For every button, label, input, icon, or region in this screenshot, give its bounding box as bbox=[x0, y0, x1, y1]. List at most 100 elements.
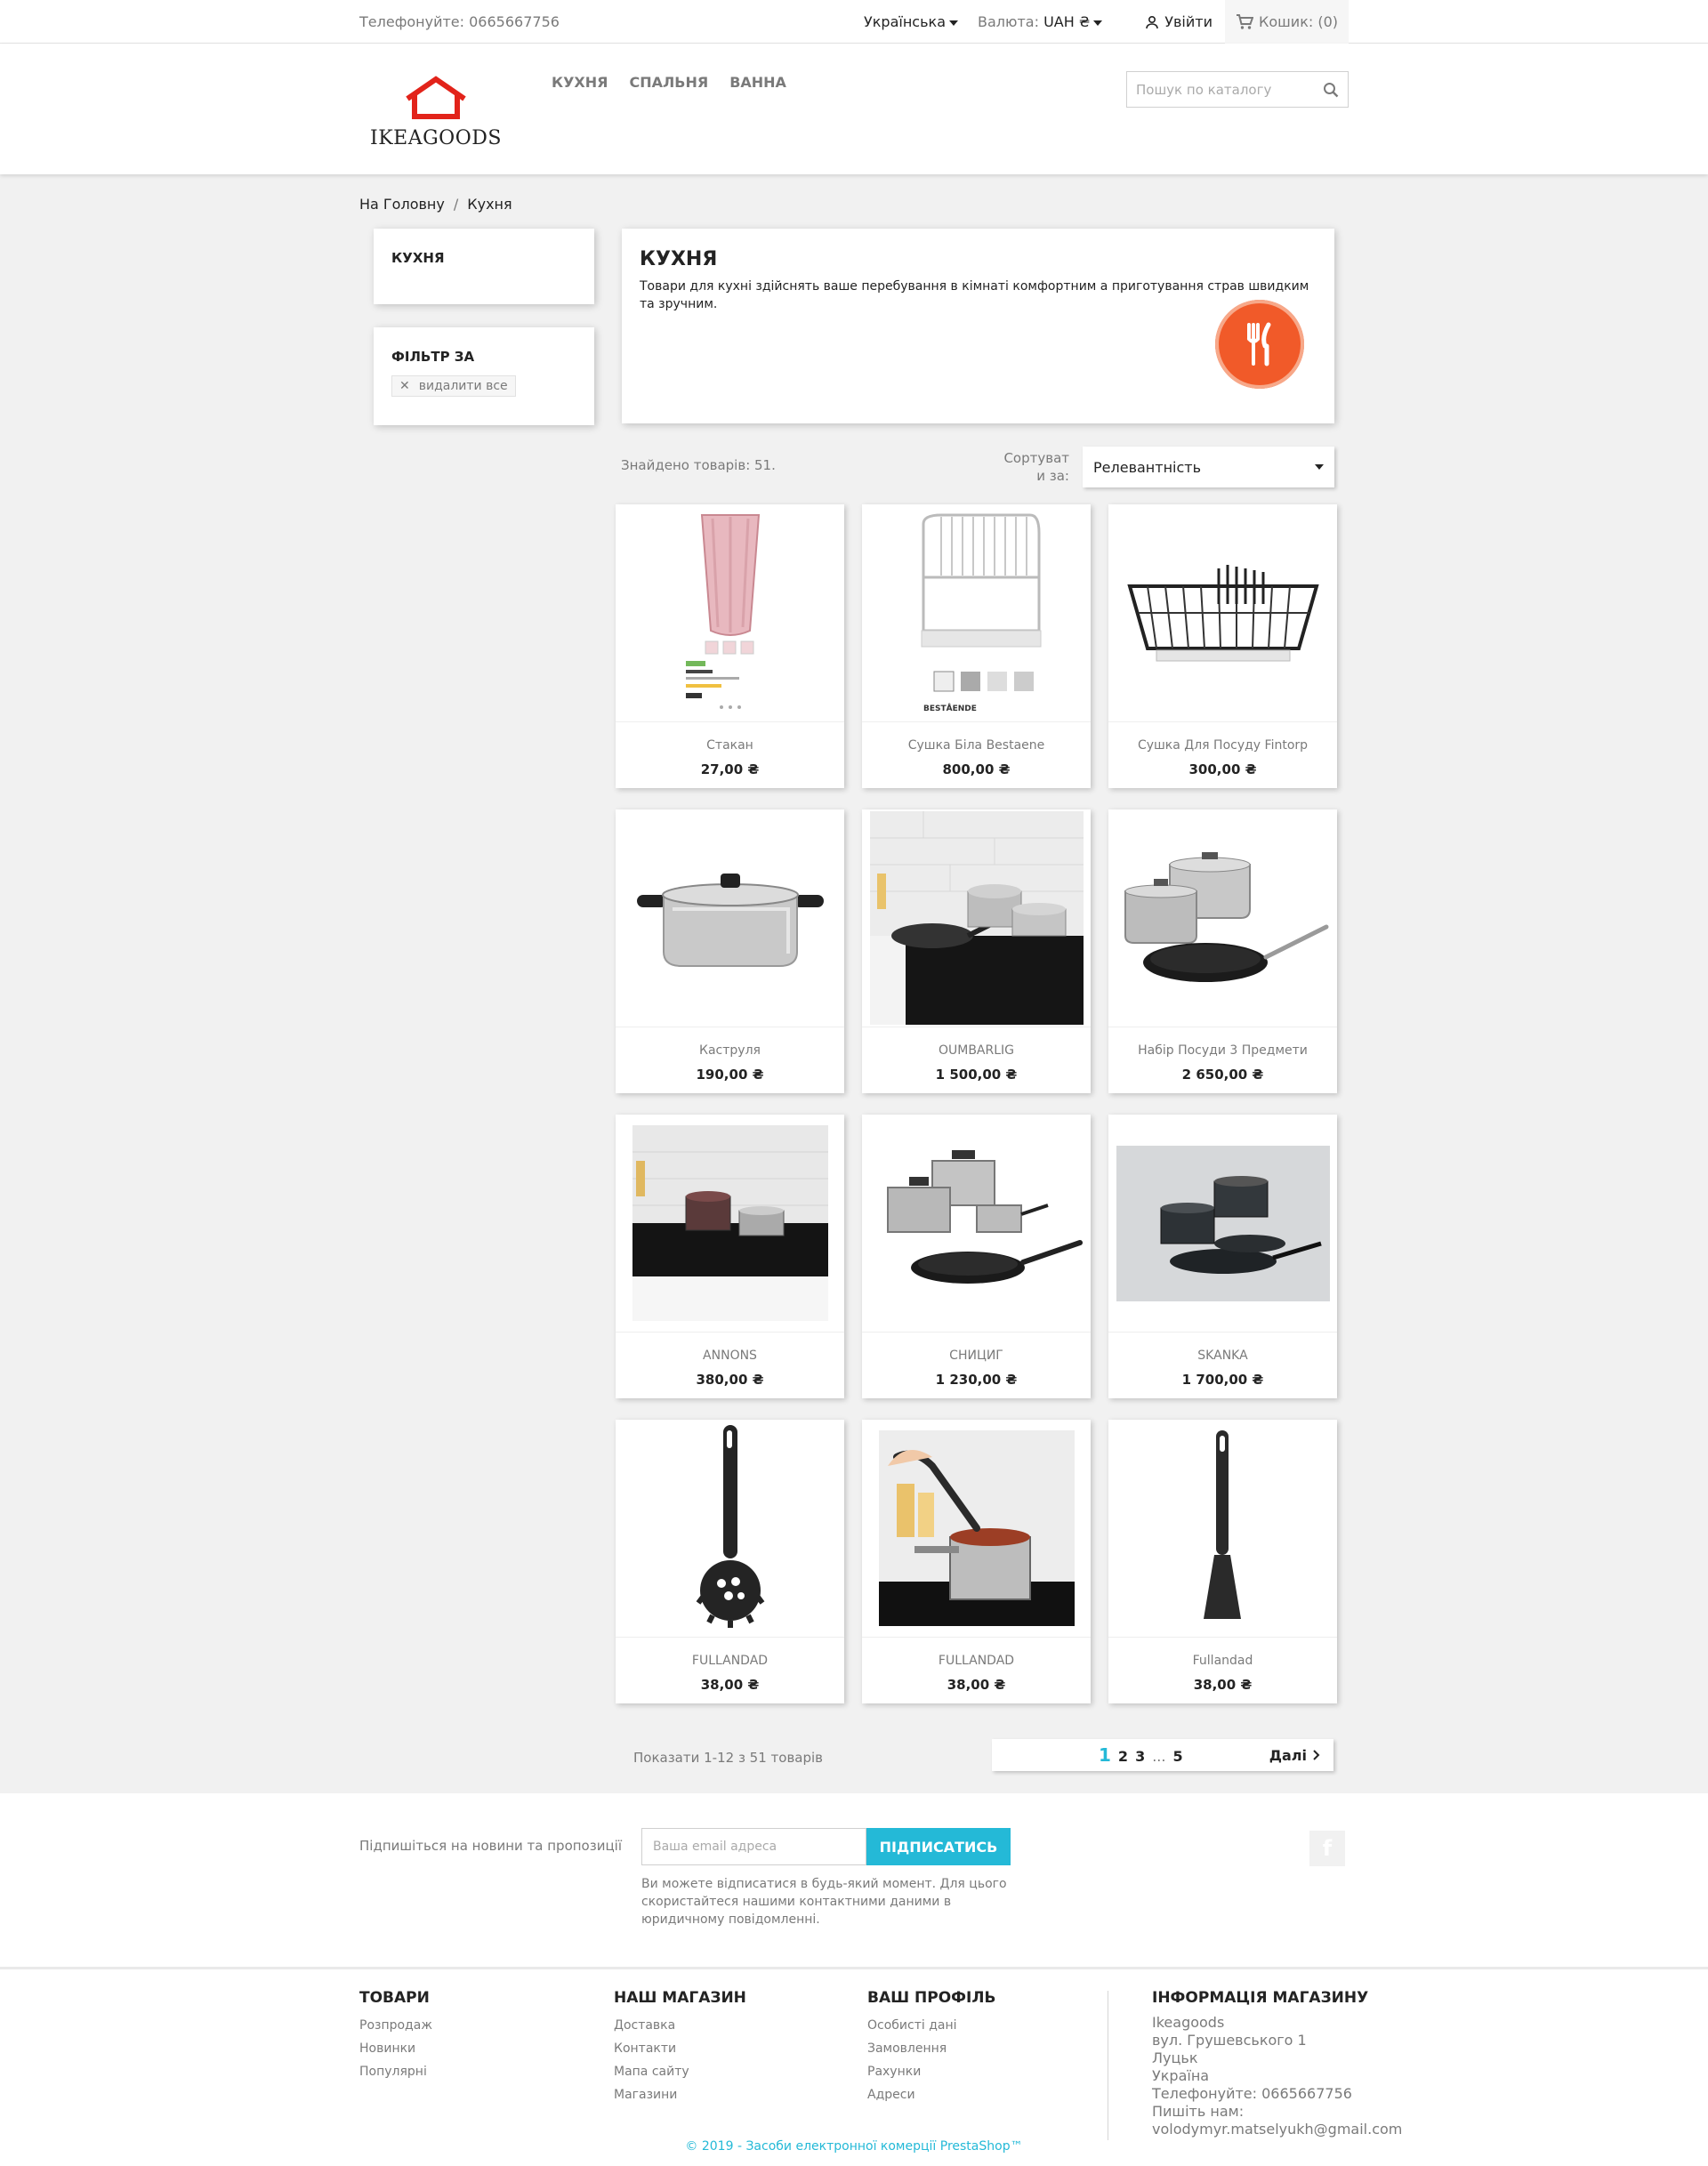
product-name[interactable]: СНИЦИГ bbox=[862, 1349, 1091, 1363]
category-block: КУХНЯ Товари для кухні здійснять ваше пе… bbox=[622, 229, 1334, 423]
user-icon bbox=[1146, 15, 1159, 28]
footer-link[interactable]: Доставка bbox=[614, 2014, 746, 2037]
search-icon[interactable] bbox=[1323, 82, 1339, 98]
product-image[interactable] bbox=[616, 1420, 844, 1638]
subscribe-button[interactable]: ПІДПИСАТИСЬ bbox=[866, 1828, 1011, 1865]
product-name[interactable]: ANNONS bbox=[616, 1349, 844, 1363]
product-card[interactable]: FULLANDAD 38,00 ₴ bbox=[616, 1420, 844, 1703]
svg-text:BESTÅENDE: BESTÅENDE bbox=[923, 704, 977, 713]
product-name[interactable]: Набір Посуди 3 Предмети bbox=[1108, 1043, 1337, 1058]
sidebar-filter: ФІЛЬТР ЗА ✕ видалити все bbox=[374, 327, 594, 425]
cart-button[interactable]: Кошик: (0) bbox=[1225, 0, 1349, 44]
menu-item-bath[interactable]: ВАННА bbox=[729, 74, 786, 91]
copyright[interactable]: © 2019 - Засоби електронної комерції Pre… bbox=[0, 2139, 1708, 2154]
info-line: вул. Грушевського 1 bbox=[1152, 2032, 1307, 2049]
footer-link[interactable]: Рахунки bbox=[867, 2060, 995, 2083]
product-image[interactable] bbox=[862, 809, 1091, 1027]
product-price: 300,00 ₴ bbox=[1188, 761, 1257, 777]
sidebar-category-title[interactable]: КУХНЯ bbox=[391, 250, 576, 266]
filter-title: ФІЛЬТР ЗА bbox=[391, 349, 475, 365]
product-image[interactable] bbox=[616, 1115, 844, 1333]
product-card[interactable]: OUMBARLIG 1 500,00 ₴ bbox=[862, 809, 1091, 1093]
page-link[interactable]: 3 bbox=[1135, 1748, 1145, 1765]
product-image[interactable] bbox=[616, 809, 844, 1027]
page-link[interactable]: 5 bbox=[1172, 1748, 1182, 1765]
product-price: 380,00 ₴ bbox=[696, 1372, 764, 1388]
product-card[interactable]: ANNONS 380,00 ₴ bbox=[616, 1115, 844, 1398]
product-image[interactable] bbox=[862, 1115, 1091, 1333]
product-card[interactable]: Стакан 27,00 ₴ bbox=[616, 504, 844, 788]
search-input[interactable] bbox=[1127, 81, 1323, 98]
product-name[interactable]: FULLANDAD bbox=[862, 1654, 1091, 1668]
page-link-current[interactable]: 1 bbox=[1099, 1744, 1111, 1766]
product-price: 1 230,00 ₴ bbox=[935, 1372, 1018, 1388]
pagination: 1 2 3 ... 5 Далі bbox=[992, 1739, 1333, 1771]
breadcrumb-home[interactable]: На Головну bbox=[359, 196, 445, 213]
currency-selector[interactable]: Валюта: UAH ₴ bbox=[978, 13, 1103, 30]
product-card[interactable]: Сушка Для Посуду Fintorp 300,00 ₴ bbox=[1108, 504, 1337, 788]
product-image[interactable] bbox=[616, 504, 844, 722]
breadcrumb-current[interactable]: Кухня bbox=[467, 196, 512, 213]
product-name[interactable]: OUMBARLIG bbox=[862, 1043, 1091, 1058]
product-name[interactable]: Каструля bbox=[616, 1043, 844, 1058]
product-grid: Стакан 27,00 ₴ BESTÅENDE Сушка Біла Best… bbox=[616, 504, 1340, 1703]
product-name[interactable]: Сушка Біла Bestaene bbox=[862, 738, 1091, 753]
product-image[interactable] bbox=[862, 1420, 1091, 1638]
footer-link[interactable]: Мапа сайту bbox=[614, 2060, 746, 2083]
site-logo[interactable]: IKEAGOODS bbox=[365, 76, 507, 149]
newsletter-email-input[interactable]: Ваша email адреса bbox=[641, 1828, 866, 1865]
chevron-right-icon bbox=[1313, 1750, 1320, 1760]
product-name[interactable]: SKANKA bbox=[1108, 1349, 1337, 1363]
next-page-button[interactable]: Далі bbox=[1269, 1747, 1321, 1764]
product-image[interactable] bbox=[1108, 504, 1337, 722]
menu-item-bedroom[interactable]: СПАЛЬНЯ bbox=[629, 74, 708, 91]
footer-link[interactable]: Адреси bbox=[867, 2083, 995, 2106]
currency-label: Валюта: bbox=[978, 13, 1039, 30]
footer-products-title: ТОВАРИ bbox=[359, 1989, 430, 2007]
info-email-link[interactable]: volodymyr.matselyukh@gmail.com bbox=[1152, 2121, 1402, 2138]
product-price: 38,00 ₴ bbox=[947, 1677, 1006, 1693]
footer-link[interactable]: Новинки bbox=[359, 2037, 432, 2060]
product-image[interactable] bbox=[1108, 1420, 1337, 1638]
product-card[interactable]: SKANKA 1 700,00 ₴ bbox=[1108, 1115, 1337, 1398]
product-name[interactable]: FULLANDAD bbox=[616, 1654, 844, 1668]
product-card[interactable]: СНИЦИГ 1 230,00 ₴ bbox=[862, 1115, 1091, 1398]
product-image[interactable] bbox=[1108, 809, 1337, 1027]
product-name[interactable]: Стакан bbox=[616, 738, 844, 753]
clear-filters-button[interactable]: ✕ видалити все bbox=[391, 375, 516, 397]
footer-link[interactable]: Магазини bbox=[614, 2083, 746, 2106]
category-description: Товари для кухні здійснять ваше перебува… bbox=[640, 279, 1309, 311]
sort-value: Релевантність bbox=[1093, 458, 1202, 476]
chevron-down-icon bbox=[1315, 464, 1324, 470]
footer-link[interactable]: Популярні bbox=[359, 2060, 432, 2083]
footer-link[interactable]: Особисті дані bbox=[867, 2014, 995, 2037]
info-line: Ikeagoods bbox=[1152, 2014, 1225, 2031]
language-selector[interactable]: Українська bbox=[864, 13, 958, 30]
product-name[interactable]: Fullandad bbox=[1108, 1654, 1337, 1668]
product-price: 1 700,00 ₴ bbox=[1181, 1372, 1264, 1388]
newsletter-note: Ви можете відписатися в будь-який момент… bbox=[641, 1877, 1007, 1927]
product-card[interactable]: Набір Посуди 3 Предмети 2 650,00 ₴ bbox=[1108, 809, 1337, 1093]
signin-link[interactable]: Увійти bbox=[1145, 13, 1213, 30]
page-link[interactable]: 2 bbox=[1118, 1748, 1128, 1765]
sort-select[interactable]: Релевантність bbox=[1083, 447, 1334, 487]
product-card[interactable]: BESTÅENDE Сушка Біла Bestaene 800,00 ₴ bbox=[862, 504, 1091, 788]
product-image[interactable]: BESTÅENDE bbox=[862, 504, 1091, 722]
product-card[interactable]: Fullandad 38,00 ₴ bbox=[1108, 1420, 1337, 1703]
footer-link[interactable]: Контакти bbox=[614, 2037, 746, 2060]
product-image[interactable] bbox=[1108, 1115, 1337, 1333]
product-card[interactable]: Каструля 190,00 ₴ bbox=[616, 809, 844, 1093]
site-header: IKEAGOODS КУХНЯ СПАЛЬНЯ ВАННА bbox=[0, 44, 1708, 174]
footer-link[interactable]: Замовлення bbox=[867, 2037, 995, 2060]
menu-item-kitchen[interactable]: КУХНЯ bbox=[552, 74, 608, 91]
facebook-icon[interactable]: f bbox=[1309, 1831, 1345, 1866]
info-line: Пишіть нам: bbox=[1152, 2103, 1245, 2120]
product-name[interactable]: Сушка Для Посуду Fintorp bbox=[1108, 738, 1337, 753]
newsletter-label: Підпишіться на новини та пропозиції bbox=[359, 1838, 623, 1854]
chevron-down-icon bbox=[949, 20, 958, 26]
footer-store: НАШ МАГАЗИН Доставка Контакти Мапа сайту… bbox=[614, 1989, 746, 2106]
footer-link[interactable]: Розпродаж bbox=[359, 2014, 432, 2037]
product-card[interactable]: FULLANDAD 38,00 ₴ bbox=[862, 1420, 1091, 1703]
search-box bbox=[1126, 71, 1349, 108]
footer-store-info: ІНФОРМАЦІЯ МАГАЗИНУ Ikeagoods вул. Груше… bbox=[1152, 1989, 1402, 2138]
